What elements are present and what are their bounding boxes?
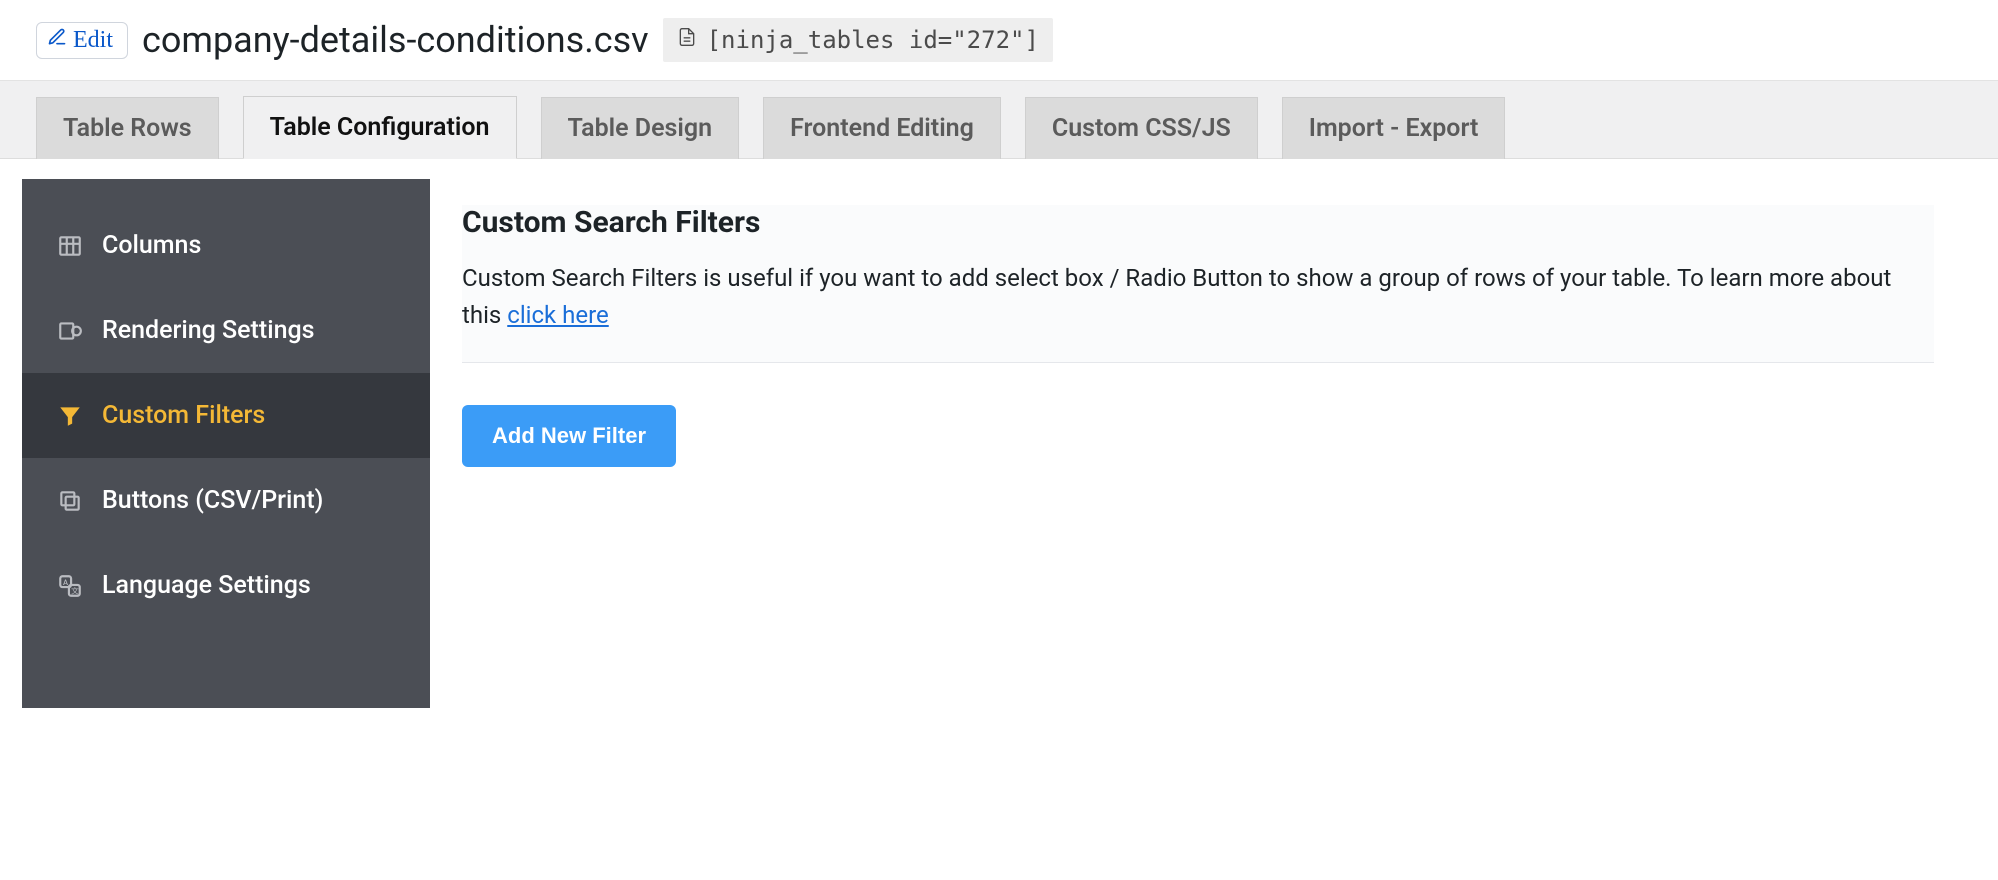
rendering-icon <box>56 317 84 345</box>
shortcode-text: [ninja_tables id="272"] <box>707 26 1039 54</box>
filter-icon <box>56 402 84 430</box>
language-icon: A文 <box>56 572 84 600</box>
sidebar-item-columns[interactable]: Columns <box>22 203 430 288</box>
tab-import-export[interactable]: Import - Export <box>1282 97 1506 159</box>
svg-text:文: 文 <box>71 585 79 595</box>
pencil-icon <box>47 27 67 54</box>
shortcode-box[interactable]: [ninja_tables id="272"] <box>663 18 1053 62</box>
sidebar-item-label: Buttons (CSV/Print) <box>102 486 323 515</box>
edit-button-label: Edit <box>73 27 113 54</box>
tab-custom-css-js[interactable]: Custom CSS/JS <box>1025 97 1258 159</box>
svg-text:A: A <box>63 577 68 586</box>
sidebar: Columns Rendering Settings Custom Filter… <box>22 179 430 708</box>
sidebar-item-label: Columns <box>102 231 201 260</box>
learn-more-link[interactable]: click here <box>507 301 609 329</box>
columns-icon <box>56 232 84 260</box>
sidebar-item-custom-filters[interactable]: Custom Filters <box>22 373 430 458</box>
content-wrap: Columns Rendering Settings Custom Filter… <box>0 159 1998 708</box>
document-icon <box>677 26 697 54</box>
add-new-filter-button[interactable]: Add New Filter <box>462 405 676 467</box>
sidebar-item-label: Custom Filters <box>102 401 265 430</box>
page-header: Edit company-details-conditions.csv [nin… <box>0 0 1998 80</box>
sidebar-item-label: Rendering Settings <box>102 316 315 345</box>
sidebar-item-rendering-settings[interactable]: Rendering Settings <box>22 288 430 373</box>
panel-heading: Custom Search Filters <box>462 205 1934 240</box>
tab-table-rows[interactable]: Table Rows <box>36 97 219 159</box>
tab-frontend-editing[interactable]: Frontend Editing <box>763 97 1001 159</box>
page-title: company-details-conditions.csv <box>142 19 649 61</box>
tabs-bar: Table Rows Table Configuration Table Des… <box>0 80 1998 159</box>
info-box: Custom Search Filters Custom Search Filt… <box>462 205 1934 363</box>
panel-description-text: Custom Search Filters is useful if you w… <box>462 264 1891 329</box>
tab-table-design[interactable]: Table Design <box>541 97 740 159</box>
main-panel: Custom Search Filters Custom Search Filt… <box>430 179 1974 708</box>
tab-table-configuration[interactable]: Table Configuration <box>243 96 517 159</box>
panel-description: Custom Search Filters is useful if you w… <box>462 260 1934 334</box>
edit-button[interactable]: Edit <box>36 22 128 59</box>
sidebar-item-buttons[interactable]: Buttons (CSV/Print) <box>22 458 430 543</box>
sidebar-item-label: Language Settings <box>102 571 311 600</box>
sidebar-item-language-settings[interactable]: A文 Language Settings <box>22 543 430 628</box>
buttons-icon <box>56 487 84 515</box>
